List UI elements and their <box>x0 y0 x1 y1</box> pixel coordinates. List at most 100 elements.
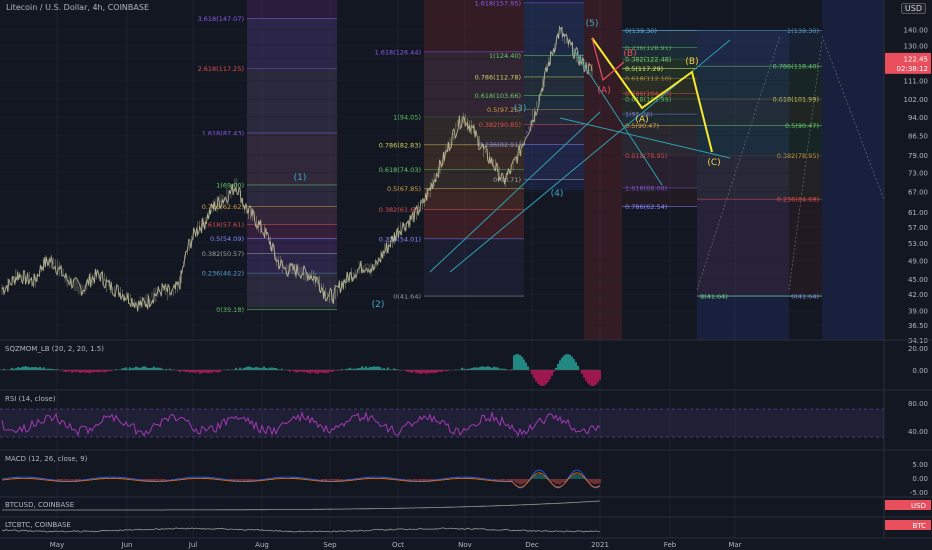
fib-level-label: 0.5(54.09) <box>210 235 244 243</box>
fib-level-label: 0.382(78.95) <box>777 152 819 160</box>
fib-level-label: 2.618(117.25) <box>198 65 244 73</box>
fib-band <box>247 184 337 207</box>
fib-level-label: 0(41.64) <box>791 293 819 301</box>
fib-level-label: 0.5(117.29) <box>625 65 663 73</box>
x-tick-label: Nov <box>458 541 472 549</box>
y-tick-label: 34.10 <box>908 337 928 345</box>
fib-level-label: 0(41.64) <box>393 293 421 301</box>
fib-band <box>424 188 524 210</box>
y-tick-label: 45.00 <box>908 276 928 284</box>
fib-level-label: 0.5(67.85) <box>387 185 421 193</box>
x-tick-label: Oct <box>392 541 404 549</box>
y-tick-label: 49.00 <box>908 257 928 265</box>
x-tick-label: Feb <box>664 541 677 549</box>
fib-band <box>524 2 584 56</box>
fib-level-label: 0.618(57.61) <box>202 221 244 229</box>
x-tick-label: Mar <box>728 541 741 549</box>
fib-band <box>424 238 524 297</box>
last-price-value: 122.45 <box>904 55 929 63</box>
btcusd-label: BTCUSD, COINBASE <box>5 501 74 509</box>
x-tick-label: Aug <box>255 541 269 549</box>
fib-level-label: 0.786(62.54) <box>625 203 667 211</box>
fib-band <box>524 124 584 145</box>
price-chart[interactable]: May Jun Jul Aug Sep Oct Nov Dec 2021 Feb Mar 3.618(… <box>0 0 932 550</box>
sqzmom-label: SQZMOM_LB (20, 2, 20, 1.5) <box>5 345 104 353</box>
fib-level-label: 0.5(90.47) <box>785 122 819 130</box>
corrective-wave-label: (A) <box>597 86 610 96</box>
fib-band <box>524 95 584 110</box>
fib-level-label: 0.618(103.66) <box>475 92 521 100</box>
x-tick-label: 2021 <box>591 541 609 549</box>
ltcbtc-tag: BTC <box>912 522 926 530</box>
y-tick-label: 86.50 <box>908 132 928 140</box>
fib-band <box>247 132 337 185</box>
y-tick-label: 73.00 <box>908 170 928 178</box>
rsi-tick: 40.00 <box>908 428 928 436</box>
rsi-tick: 80.00 <box>908 400 928 408</box>
fib-band <box>524 76 584 96</box>
candle-countdown: 02:38:12 <box>897 65 928 73</box>
fib-level-label: 0.618(101.99) <box>773 96 819 104</box>
y-tick-label: 39.00 <box>908 307 928 315</box>
fib-level-label: 0.382(90.85) <box>479 121 521 129</box>
rsi-band <box>0 409 884 437</box>
fib-level-label: 1(139.30) <box>787 27 819 35</box>
symbol-title: Litecoin / U.S. Dollar, 4h, COINBASE <box>6 3 150 12</box>
macd-tick: -5.00 <box>910 489 928 497</box>
currency-selector[interactable]: USD <box>900 3 926 14</box>
fib-level-label: 1.618(87.43) <box>202 129 244 137</box>
x-tick-label: Dec <box>525 541 539 549</box>
ltcbtc-label: LTCBTC, COINBASE <box>5 521 71 529</box>
y-tick-label: 57.00 <box>908 224 928 232</box>
elliott-wave-label: (1) <box>294 173 307 183</box>
fib-band <box>697 199 822 297</box>
y-tick-label: 102.00 <box>904 96 929 104</box>
fib-level-label: 0.786(82.83) <box>379 141 421 149</box>
time-zone-band <box>584 0 622 340</box>
fib-level-label: 0.236(64.69) <box>777 196 819 204</box>
y-tick-label: 61.00 <box>908 209 928 217</box>
fib-level-label: 3.618(147.07) <box>198 15 244 23</box>
elliott-wave-label: (2) <box>372 300 385 310</box>
fib-level-label: 0.236(54.01) <box>379 235 421 243</box>
fib-level-label: 0.786(118.40) <box>773 63 819 71</box>
fib-band <box>247 18 337 69</box>
rsi-label: RSI (14, close) <box>5 395 56 403</box>
macd-tick: 0.00 <box>912 475 928 483</box>
fib-band <box>247 238 337 254</box>
sqzmom-tick: 20.00 <box>908 345 928 353</box>
abc-wave-label: (C) <box>707 158 720 168</box>
fib-band <box>424 209 524 239</box>
fib-level-label: 1.618(126.44) <box>375 48 421 56</box>
time-zone-band <box>822 0 884 340</box>
y-tick-label: 42.00 <box>908 291 928 299</box>
fib-level-label: 0(139.30) <box>625 27 657 35</box>
y-tick-label: 111.00 <box>904 77 929 85</box>
elliott-wave-label: (3) <box>514 104 527 114</box>
fib-band <box>247 68 337 133</box>
x-tick-label: Jul <box>188 541 198 549</box>
y-tick-label: 140.00 <box>904 26 929 34</box>
y-tick-label: 36.50 <box>908 322 928 330</box>
fib-level-label: 0(39.18) <box>216 306 244 314</box>
abc-wave-label: (A) <box>635 115 648 125</box>
elliott-wave-label: (5) <box>586 19 599 29</box>
fib-level-label: 0.618(78.95) <box>625 152 667 160</box>
y-tick-label: 53.00 <box>908 240 928 248</box>
elliott-wave-label: (4) <box>551 189 564 199</box>
sqzmom-tick: 0.00 <box>912 367 928 375</box>
abc-wave-label: (B) <box>685 57 698 67</box>
fib-level-label: 0(41.64) <box>700 293 728 301</box>
y-tick-label: 94.00 <box>908 114 928 122</box>
fib-level-label: 0.236(46.22) <box>202 270 244 278</box>
btcusd-tag: USD <box>911 502 926 510</box>
x-tick-label: Sep <box>323 541 337 549</box>
fib-level-label: 1(94.05) <box>393 113 421 121</box>
fib-band <box>524 144 584 180</box>
fib-level-label: 1.618(157.95) <box>475 0 521 7</box>
x-tick-label: Jun <box>121 541 133 549</box>
fib-band <box>697 30 822 67</box>
corrective-wave-label: (B) <box>623 49 636 59</box>
macd-label: MACD (12, 26, close, 9) <box>5 455 88 463</box>
fib-level-label: 0.382(50.57) <box>202 250 244 258</box>
